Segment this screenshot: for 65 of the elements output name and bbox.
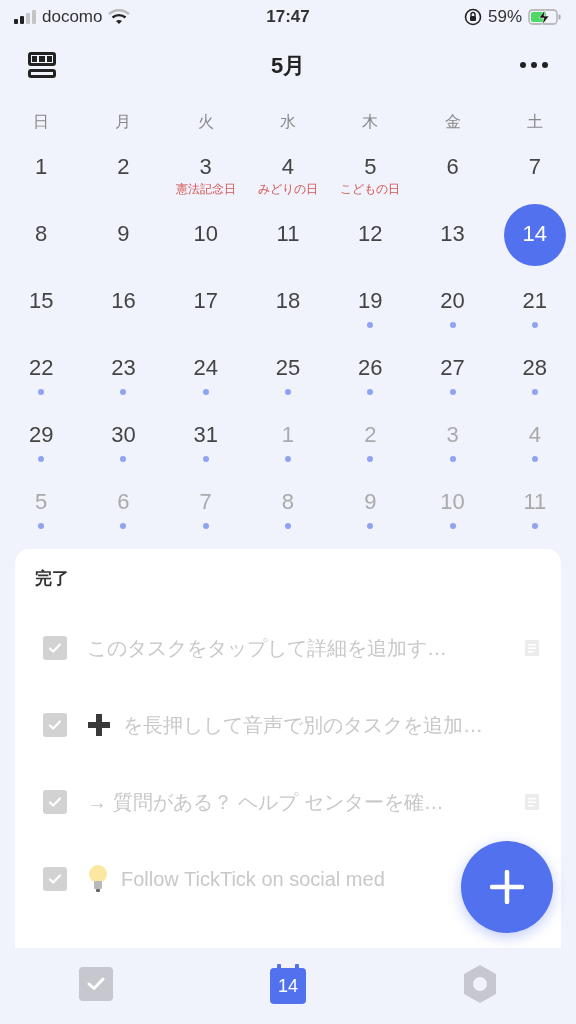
battery-percent: 59% [488,6,522,29]
rotation-lock-icon [464,8,482,26]
view-switch-icon[interactable] [28,52,56,78]
settings-tab[interactable] [462,964,498,1004]
signal-icon [14,10,36,24]
check-icon [48,640,62,655]
day-number[interactable]: 24 [193,356,218,380]
weekday-label: 金 [444,112,461,132]
weekday-label: 水 [280,112,296,132]
calendar-tab[interactable]: 14 [270,967,306,1004]
day-number[interactable]: 6 [446,155,459,179]
carrier-name: docomo [42,6,103,29]
day-number[interactable]: 9 [117,222,130,246]
weekday-label: 木 [362,112,379,132]
check-icon [48,871,62,886]
weekday-label: 月 [115,112,132,132]
weekday-label: 土 [526,112,543,132]
day-number[interactable]: 17 [193,289,218,313]
weekday-label: 日 [33,112,50,132]
day-number[interactable]: 27 [440,356,465,380]
day-number[interactable]: 5 [364,155,377,179]
day-number[interactable]: 4 [281,155,295,179]
check-icon [48,717,62,732]
day-number[interactable]: 12 [358,222,383,246]
day-number[interactable]: 8 [35,222,48,246]
check-icon [48,794,62,809]
day-number[interactable]: 15 [28,289,54,313]
day-number[interactable]: 21 [522,289,548,313]
month-title: 5月 [270,51,306,80]
day-number[interactable]: 10 [193,222,218,246]
wifi-icon [108,9,131,25]
day-number[interactable]: 29 [28,423,54,447]
day-number[interactable]: 19 [358,289,383,313]
weekday-label: 火 [197,112,214,132]
day-number[interactable]: 18 [275,289,301,313]
day-number[interactable]: 23 [111,356,136,380]
day-number[interactable]: 11 [276,222,300,246]
day-number[interactable]: 13 [440,222,465,246]
day-number[interactable]: 28 [522,356,548,380]
day-number[interactable]: 7 [528,155,541,179]
checkbox[interactable] [43,635,67,660]
checkbox[interactable] [43,712,67,737]
day-number[interactable]: 1 [35,155,48,179]
holiday-label: 憲法記念日 [175,182,236,196]
day-number[interactable]: 20 [440,289,465,313]
plus-icon [490,870,524,904]
holiday-label: こどもの日 [340,182,401,196]
day-number[interactable]: 26 [358,356,383,380]
day-number[interactable]: 14 [522,222,548,246]
day-number[interactable]: 16 [111,289,136,313]
lightbulb-icon [87,863,109,894]
holiday-label: みどりの日 [258,182,318,196]
section-title: 完了 [35,569,69,588]
day-number[interactable]: 30 [111,423,136,447]
day-number[interactable]: 22 [28,356,54,380]
checkbox[interactable] [43,866,67,891]
plus-icon [87,712,111,737]
day-number[interactable]: 25 [275,356,301,380]
day-number[interactable]: 3 [199,155,212,179]
status-time: 17:47 [266,6,310,29]
battery-icon [528,9,562,25]
day-number[interactable]: 2 [117,155,130,179]
day-number[interactable]: 31 [193,423,218,447]
checkbox[interactable] [43,789,67,814]
tasks-tab[interactable] [79,967,113,1001]
